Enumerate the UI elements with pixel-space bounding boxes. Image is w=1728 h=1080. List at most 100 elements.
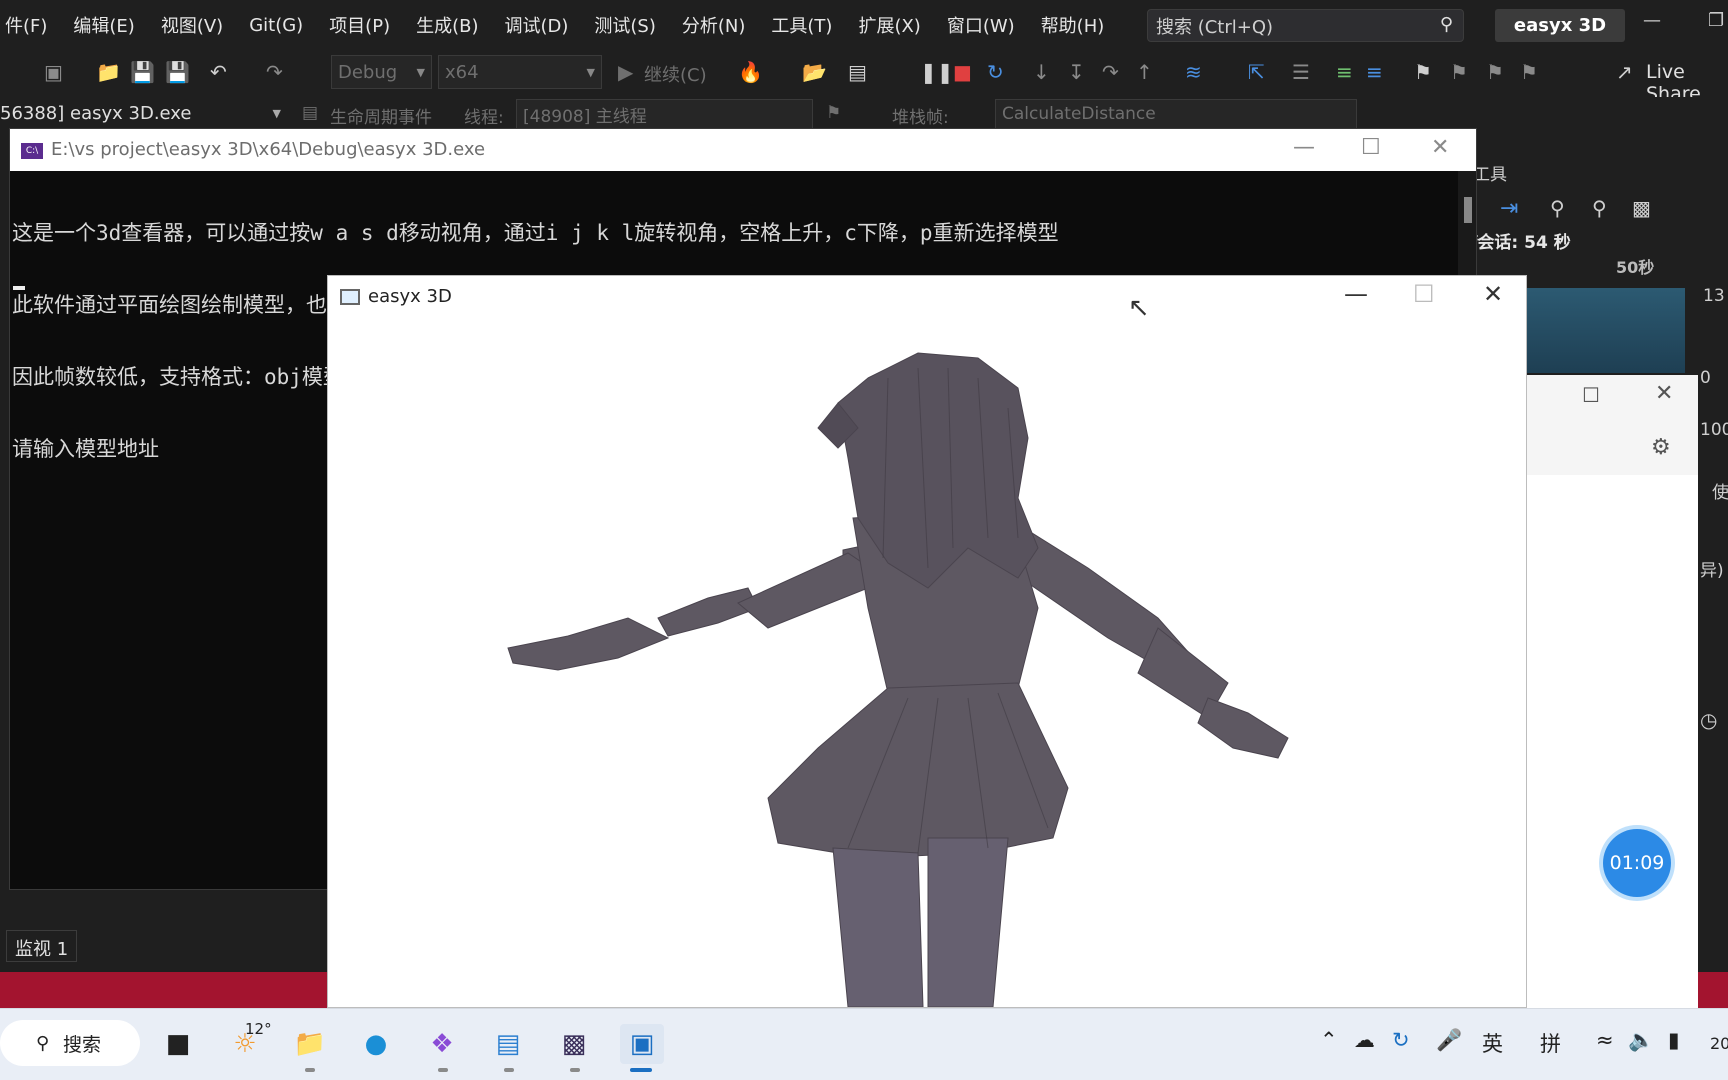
minimize-icon[interactable]: — <box>1643 10 1661 31</box>
step-out-icon[interactable]: ↑ <box>1136 60 1153 84</box>
minimize-icon[interactable]: — <box>1293 135 1315 160</box>
zoom-out-icon[interactable]: ⚲ <box>1592 196 1607 220</box>
menu-view[interactable]: 视图(V) <box>148 12 236 38</box>
clock-partial[interactable]: 20 <box>1710 1034 1728 1053</box>
stop-icon[interactable]: ■ <box>953 60 972 84</box>
model-hand-left <box>507 617 670 671</box>
chart-icon[interactable]: ▩ <box>1632 196 1651 220</box>
next-bookmark-icon[interactable]: ⚑ <box>1486 60 1504 84</box>
menu-bar: 件(F) 编辑(E) 视图(V) Git(G) 项目(P) 生成(B) 调试(D… <box>0 0 1728 50</box>
scrollbar-thumb[interactable] <box>1464 197 1472 223</box>
menu-help[interactable]: 帮助(H) <box>1028 12 1118 38</box>
console-app-icon: C:\ <box>21 143 43 159</box>
maximize-icon[interactable]: ☐ <box>1582 383 1600 407</box>
gear-icon[interactable]: ⚙ <box>1651 435 1671 460</box>
taskbar-search[interactable]: ⚲ 搜索 <box>0 1020 140 1066</box>
new-project-icon[interactable]: ▣ <box>44 60 63 84</box>
side-text-1: 使 <box>1712 483 1728 503</box>
hot-path-icon[interactable]: ≋ <box>1185 60 1202 84</box>
maximize-icon[interactable]: ☐ <box>1413 280 1435 308</box>
share-icon[interactable]: ↗ <box>1616 60 1633 84</box>
menu-edit[interactable]: 编辑(E) <box>60 12 147 38</box>
outdent-icon[interactable]: ≡ <box>1366 60 1383 84</box>
menu-test[interactable]: 测试(S) <box>581 12 668 38</box>
volume-icon[interactable]: 🔈 <box>1628 1028 1654 1053</box>
running-indicator <box>305 1068 315 1072</box>
continue-icon[interactable]: ▶ <box>618 60 633 84</box>
stackframe-dropdown[interactable]: CalculateDistance <box>995 99 1357 129</box>
step-into-icon[interactable]: ↓ <box>1033 60 1050 84</box>
task-view-icon[interactable]: ■ <box>158 1024 198 1064</box>
ime-english[interactable]: 英 <box>1482 1028 1503 1058</box>
stackframe-value: CalculateDistance <box>1002 104 1156 124</box>
battery-icon[interactable]: ▮ <box>1668 1028 1680 1052</box>
file-explorer-icon[interactable]: 📁 <box>290 1024 330 1064</box>
restart-icon[interactable]: ↻ <box>987 60 1004 84</box>
notepad-icon[interactable]: ▤ <box>488 1024 528 1064</box>
configuration-dropdown[interactable]: Debug ▼ <box>331 55 432 89</box>
undo-icon[interactable]: ↶ <box>210 60 227 84</box>
step-over-icon[interactable]: ↧ <box>1068 60 1085 84</box>
maximize-icon[interactable]: ☐ <box>1361 135 1381 160</box>
sync-icon[interactable]: ↻ <box>1392 1028 1410 1052</box>
menu-debug[interactable]: 调试(D) <box>492 12 582 38</box>
minimize-icon[interactable]: — <box>1344 280 1368 308</box>
menu-tools[interactable]: 工具(T) <box>758 12 845 38</box>
process-dropdown[interactable]: 56388] easyx 3D.exe ▼ <box>0 98 287 128</box>
thread-dropdown[interactable]: [48908] 主线程 <box>516 99 813 129</box>
microphone-icon[interactable]: 🎤 <box>1436 1028 1462 1053</box>
bookmark-icon[interactable]: ⚑ <box>1414 60 1432 84</box>
select-element-icon[interactable]: ⇱ <box>1248 60 1265 84</box>
render-canvas[interactable] <box>328 318 1526 1008</box>
hot-reload-icon[interactable]: 🔥 <box>738 60 763 84</box>
prev-bookmark-icon[interactable]: ⚑ <box>1450 60 1468 84</box>
flag-icon[interactable]: ⚑ <box>826 103 841 123</box>
lifecycle-events[interactable]: 生命周期事件 <box>330 103 432 128</box>
ime-pinyin[interactable]: 拼 <box>1540 1028 1561 1058</box>
edge-icon[interactable]: ● <box>356 1024 396 1064</box>
background-window-titlebar: ☐ ✕ ⚙ <box>1525 375 1698 475</box>
zoom-in-icon[interactable]: ⚲ <box>1550 196 1565 220</box>
continue-label[interactable]: 继续(C) <box>644 61 707 87</box>
menu-window[interactable]: 窗口(W) <box>934 12 1028 38</box>
menu-git[interactable]: Git(G) <box>236 15 316 36</box>
wifi-icon[interactable]: ≈ <box>1596 1028 1614 1052</box>
indent-icon[interactable]: ≡ <box>1336 60 1353 84</box>
clear-bookmarks-icon[interactable]: ⚑ <box>1520 60 1538 84</box>
columns-icon[interactable]: ☰ <box>1292 60 1310 84</box>
restore-icon[interactable]: ❐ <box>1708 10 1724 31</box>
taskbar-search-label: 搜索 <box>63 1033 102 1056</box>
menu-project[interactable]: 项目(P) <box>316 12 403 38</box>
easyx-app-icon[interactable]: ▣ <box>620 1024 664 1064</box>
standard-toolbar: ▣ 📁 💾 💾 ↶ ↷ ▶ 继续(C) 🔥 📂 ▤ ❚❚ ■ ↻ ↓ ↧ ↷ ↑… <box>0 52 1728 105</box>
diagnostics-icon[interactable]: ▤ <box>848 60 867 84</box>
close-icon[interactable]: ✕ <box>1431 135 1449 160</box>
open-file-icon[interactable]: 📂 <box>802 60 827 84</box>
tab-watch-1[interactable]: 监视 1 <box>6 930 78 962</box>
menu-extensions[interactable]: 扩展(X) <box>845 12 933 38</box>
close-icon[interactable]: ✕ <box>1655 381 1673 406</box>
visual-studio-icon[interactable]: ❖ <box>422 1024 462 1064</box>
close-icon[interactable]: ✕ <box>1483 280 1503 308</box>
model-sleeve-left <box>657 587 759 637</box>
console-title: E:\vs project\easyx 3D\x64\Debug\easyx 3… <box>51 139 486 160</box>
lifecycle-icon[interactable]: ▤ <box>302 103 318 123</box>
chevron-down-icon: ▼ <box>416 65 425 79</box>
menu-file[interactable]: 件(F) <box>0 12 60 38</box>
search-input[interactable]: 搜索 (Ctrl+Q) ⚲ <box>1147 9 1464 42</box>
menu-analyze[interactable]: 分析(N) <box>669 12 759 38</box>
clock-icon[interactable]: ◷ <box>1700 708 1717 732</box>
chevron-up-icon[interactable]: ⌃ <box>1320 1028 1338 1052</box>
menu-build[interactable]: 生成(B) <box>403 12 491 38</box>
save-icon[interactable]: 💾 <box>130 60 155 84</box>
redo-icon[interactable]: ↷ <box>266 60 283 84</box>
terminal-icon[interactable]: ▩ <box>554 1024 594 1064</box>
recording-timer[interactable]: 01:09 <box>1603 829 1671 897</box>
pause-icon[interactable]: ❚❚ <box>920 60 954 84</box>
open-folder-icon[interactable]: 📁 <box>96 60 121 84</box>
cloud-icon[interactable]: ☁ <box>1354 1028 1375 1052</box>
step-back-icon[interactable]: ↷ <box>1102 60 1119 84</box>
platform-dropdown[interactable]: x64 ▼ <box>438 55 602 89</box>
export-icon[interactable]: ⇥ <box>1500 196 1518 221</box>
save-all-icon[interactable]: 💾 <box>165 60 190 84</box>
